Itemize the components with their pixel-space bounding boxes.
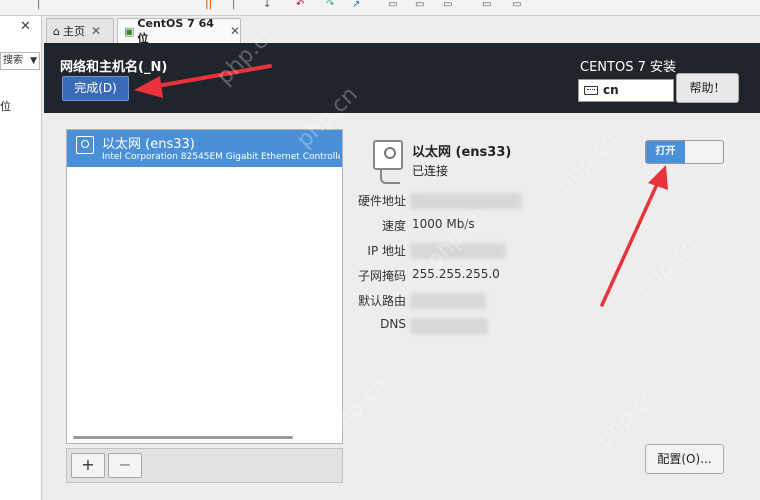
network-device-list[interactable]: 以太网 (ens33) Intel Corporation 82545EM Gi… — [66, 129, 343, 444]
view-console-icon[interactable]: ▭ — [388, 0, 397, 10]
device-description: Intel Corporation 82545EM Gigabit Ethern… — [102, 152, 340, 162]
connection-status: 已连接 — [412, 164, 449, 178]
remove-device-button[interactable]: − — [108, 453, 142, 478]
view-fullscreen-icon[interactable]: ▭ — [415, 0, 424, 10]
help-button[interactable]: 帮助！ — [676, 73, 739, 103]
view-thumbnail-icon[interactable]: ▭ — [482, 0, 491, 10]
suspend-icon[interactable]: || — [205, 0, 212, 10]
ethernet-icon — [373, 140, 403, 170]
close-icon[interactable]: ✕ — [20, 19, 31, 34]
default-route-label: 默认路由 — [357, 294, 406, 308]
device-name: 以太网 (ens33) — [102, 137, 195, 152]
tab-label: 主页 — [62, 25, 85, 38]
connection-toggle[interactable]: 打开 — [645, 140, 724, 164]
view-stretch-icon[interactable]: ▭ — [512, 0, 521, 10]
ethernet-icon — [76, 136, 94, 154]
send-keys-icon[interactable]: ↓ — [263, 0, 271, 10]
add-device-button[interactable]: + — [71, 453, 105, 478]
speed-label: 速度 — [381, 219, 406, 233]
snapshot-manager-icon[interactable]: ↷ — [326, 0, 334, 10]
hardware-address-label: 硬件地址 — [357, 194, 406, 208]
snapshot-icon[interactable]: ↗ — [352, 0, 360, 10]
toggle-on-label: 打开 — [646, 141, 685, 163]
device-list-toolbar: + − — [66, 448, 343, 483]
keyboard-layout-indicator[interactable]: cn — [578, 79, 674, 102]
keyboard-layout-value: cn — [603, 83, 619, 97]
hardware-address-value-redacted — [410, 193, 522, 209]
vm-toolbar: | || | ↓ ↶ ↷ ↗ ▭ ▭ ▭ ▭ ▭ — [0, 0, 760, 16]
home-icon: ⌂ — [53, 24, 60, 38]
dns-value-redacted — [410, 318, 488, 334]
page-title: 网络和主机名(_N) — [60, 60, 168, 75]
watermark: php.cn — [592, 382, 663, 453]
library-item[interactable]: 位 — [0, 98, 40, 114]
tab-label: CentOS 7 64 位 — [137, 16, 214, 45]
chevron-down-icon[interactable]: ▼ — [30, 53, 37, 69]
snapshot-revert-icon[interactable]: ↶ — [296, 0, 304, 10]
ip-address-label: IP 地址 — [367, 244, 406, 258]
subnet-mask-value: 255.255.255.0 — [412, 267, 500, 281]
view-unity-icon[interactable]: ▭ — [443, 0, 452, 10]
installer-header: 网络和主机名(_N) 完成(D) CENTOS 7 安装 cn 帮助！ — [44, 43, 760, 113]
tab-home[interactable]: ⌂ 主页 ✕ — [46, 18, 114, 43]
horizontal-scrollbar[interactable] — [73, 436, 293, 439]
watermark: php.cn — [552, 127, 623, 198]
done-button[interactable]: 完成(D) — [62, 76, 129, 101]
product-title: CENTOS 7 安装 — [580, 60, 676, 75]
vm-icon: ▣ — [124, 24, 135, 38]
default-route-value-redacted — [410, 293, 486, 309]
keyboard-icon — [584, 86, 598, 95]
cable-icon — [380, 170, 400, 184]
configure-button[interactable]: 配置(O)... — [645, 444, 724, 474]
close-icon[interactable]: ✕ — [91, 24, 101, 38]
detail-device-name: 以太网 (ens33) — [412, 145, 512, 160]
dns-label: DNS — [380, 317, 406, 331]
library-panel: ✕ 搜索 ▼ 位 — [0, 16, 42, 500]
subnet-mask-label: 子网掩码 — [357, 269, 406, 283]
toolbar-separator-icon: | — [37, 0, 41, 10]
library-search-input[interactable]: 搜索 ▼ — [0, 52, 40, 70]
library-search-label: 搜索 — [3, 55, 23, 66]
toolbar-separator-icon: | — [232, 0, 236, 10]
close-icon[interactable]: ✕ — [230, 24, 240, 38]
watermark: php.cn — [422, 202, 493, 273]
tab-vm-centos[interactable]: ▣ CentOS 7 64 位 ✕ — [117, 16, 241, 45]
watermark: php.cn — [632, 232, 703, 303]
